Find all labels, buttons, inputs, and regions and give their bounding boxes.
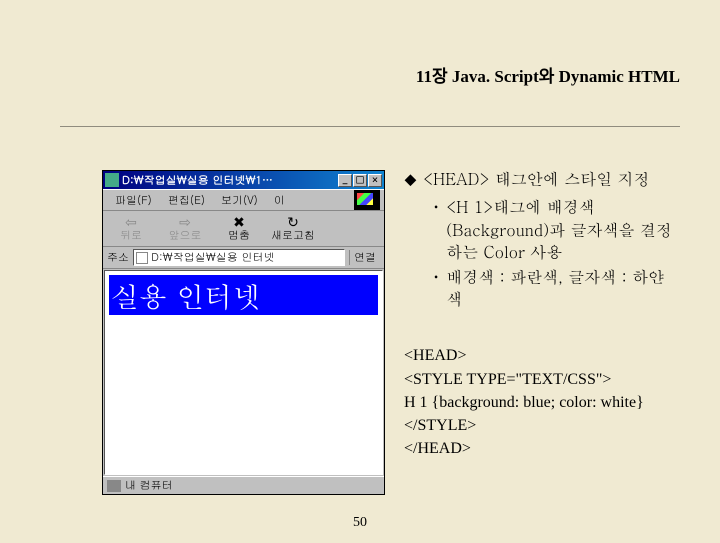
sub-bullet-2: • 배경색 : 파란색, 글자색 : 하얀색 xyxy=(434,266,680,311)
slide-page: 11장 Java. Script와 Dynamic HTML D:\작업실\실용… xyxy=(0,0,720,543)
page-number: 50 xyxy=(0,515,720,531)
menu-bar: 파일(F) 편집(E) 보기(V) 이 xyxy=(103,189,384,211)
sub-bullet-1: • <H 1>태그에 배경색(Background)과 글자색을 결정하는 Co… xyxy=(434,196,680,263)
toolbar: ⇦ 뒤로 ⇨ 앞으로 ✖ 멈춤 ↻ 새로고침 xyxy=(103,211,384,247)
go-button[interactable]: 연결 xyxy=(349,250,380,265)
code-block: <HEAD> <STYLE TYPE="TEXT/CSS"> H 1 {back… xyxy=(404,344,680,460)
page-icon xyxy=(136,252,148,264)
menu-more[interactable]: 이 xyxy=(266,191,293,210)
window-controls: _ □ × xyxy=(338,174,382,187)
code-line-1: <HEAD> xyxy=(404,344,680,367)
maximize-button[interactable]: □ xyxy=(353,174,367,187)
chapter-title: 11장 Java. Script와 Dynamic HTML xyxy=(0,62,680,87)
ie-logo-icon xyxy=(354,190,380,210)
main-bullet: ◆ <HEAD> 태그안에 스타일 지정 xyxy=(404,168,680,190)
address-input[interactable]: D:\작업실\실용 인터넷 xyxy=(133,249,345,266)
browser-window: D:\작업실\실용 인터넷\1… _ □ × 파일(F) 편집(E) 보기(V)… xyxy=(102,170,385,495)
code-line-5: </HEAD> xyxy=(404,437,680,460)
refresh-label: 새로고침 xyxy=(271,228,315,243)
forward-button[interactable]: ⇨ 앞으로 xyxy=(161,214,209,243)
address-value: D:\작업실\실용 인터넷 xyxy=(151,250,274,265)
divider xyxy=(60,126,680,127)
stop-icon: ✖ xyxy=(233,214,245,228)
back-label: 뒤로 xyxy=(120,228,142,243)
app-icon xyxy=(105,173,119,187)
menu-file[interactable]: 파일(F) xyxy=(107,191,160,210)
sub-bullet-1-text: <H 1>태그에 배경색(Background)과 글자색을 결정하는 Colo… xyxy=(446,196,680,263)
forward-label: 앞으로 xyxy=(169,228,202,243)
stop-label: 멈춤 xyxy=(228,228,250,243)
sub-bullet-2-text: 배경색 : 파란색, 글자색 : 하얀색 xyxy=(446,266,680,311)
diamond-bullet-icon: ◆ xyxy=(404,171,417,190)
refresh-button[interactable]: ↻ 새로고침 xyxy=(269,214,317,243)
menu-edit[interactable]: 편집(E) xyxy=(160,191,213,210)
back-button[interactable]: ⇦ 뒤로 xyxy=(107,214,155,243)
sub-bullet-list: • <H 1>태그에 배경색(Background)과 글자색을 결정하는 Co… xyxy=(404,196,680,310)
window-title: D:\작업실\실용 인터넷\1… xyxy=(122,173,338,188)
back-arrow-icon: ⇦ xyxy=(125,214,137,228)
code-line-2: <STYLE TYPE="TEXT/CSS"> xyxy=(404,368,680,391)
menu-view[interactable]: 보기(V) xyxy=(213,191,266,210)
title-bar: D:\작업실\실용 인터넷\1… _ □ × xyxy=(103,171,384,189)
description-block: ◆ <HEAD> 태그안에 스타일 지정 • <H 1>태그에 배경색(Back… xyxy=(404,168,680,460)
forward-arrow-icon: ⇨ xyxy=(179,214,191,228)
refresh-icon: ↻ xyxy=(287,214,299,228)
code-line-4: </STYLE> xyxy=(404,414,680,437)
minimize-button[interactable]: _ xyxy=(338,174,352,187)
dot-bullet-icon: • xyxy=(434,200,438,263)
dot-bullet-icon: • xyxy=(434,270,438,311)
computer-icon xyxy=(107,480,121,492)
address-label: 주소 xyxy=(107,250,129,265)
close-button[interactable]: × xyxy=(368,174,382,187)
h1-demo-text: 실용 인터넷 xyxy=(109,275,378,315)
stop-button[interactable]: ✖ 멈춤 xyxy=(215,214,263,243)
address-bar: 주소 D:\작업실\실용 인터넷 연결 xyxy=(103,247,384,269)
code-line-3: H 1 {background: blue; color: white} xyxy=(404,391,680,414)
status-bar: 내 컴퓨터 xyxy=(103,476,384,494)
status-text: 내 컴퓨터 xyxy=(125,478,173,493)
browser-content: 실용 인터넷 xyxy=(104,270,383,475)
main-bullet-text: <HEAD> 태그안에 스타일 지정 xyxy=(423,168,650,190)
